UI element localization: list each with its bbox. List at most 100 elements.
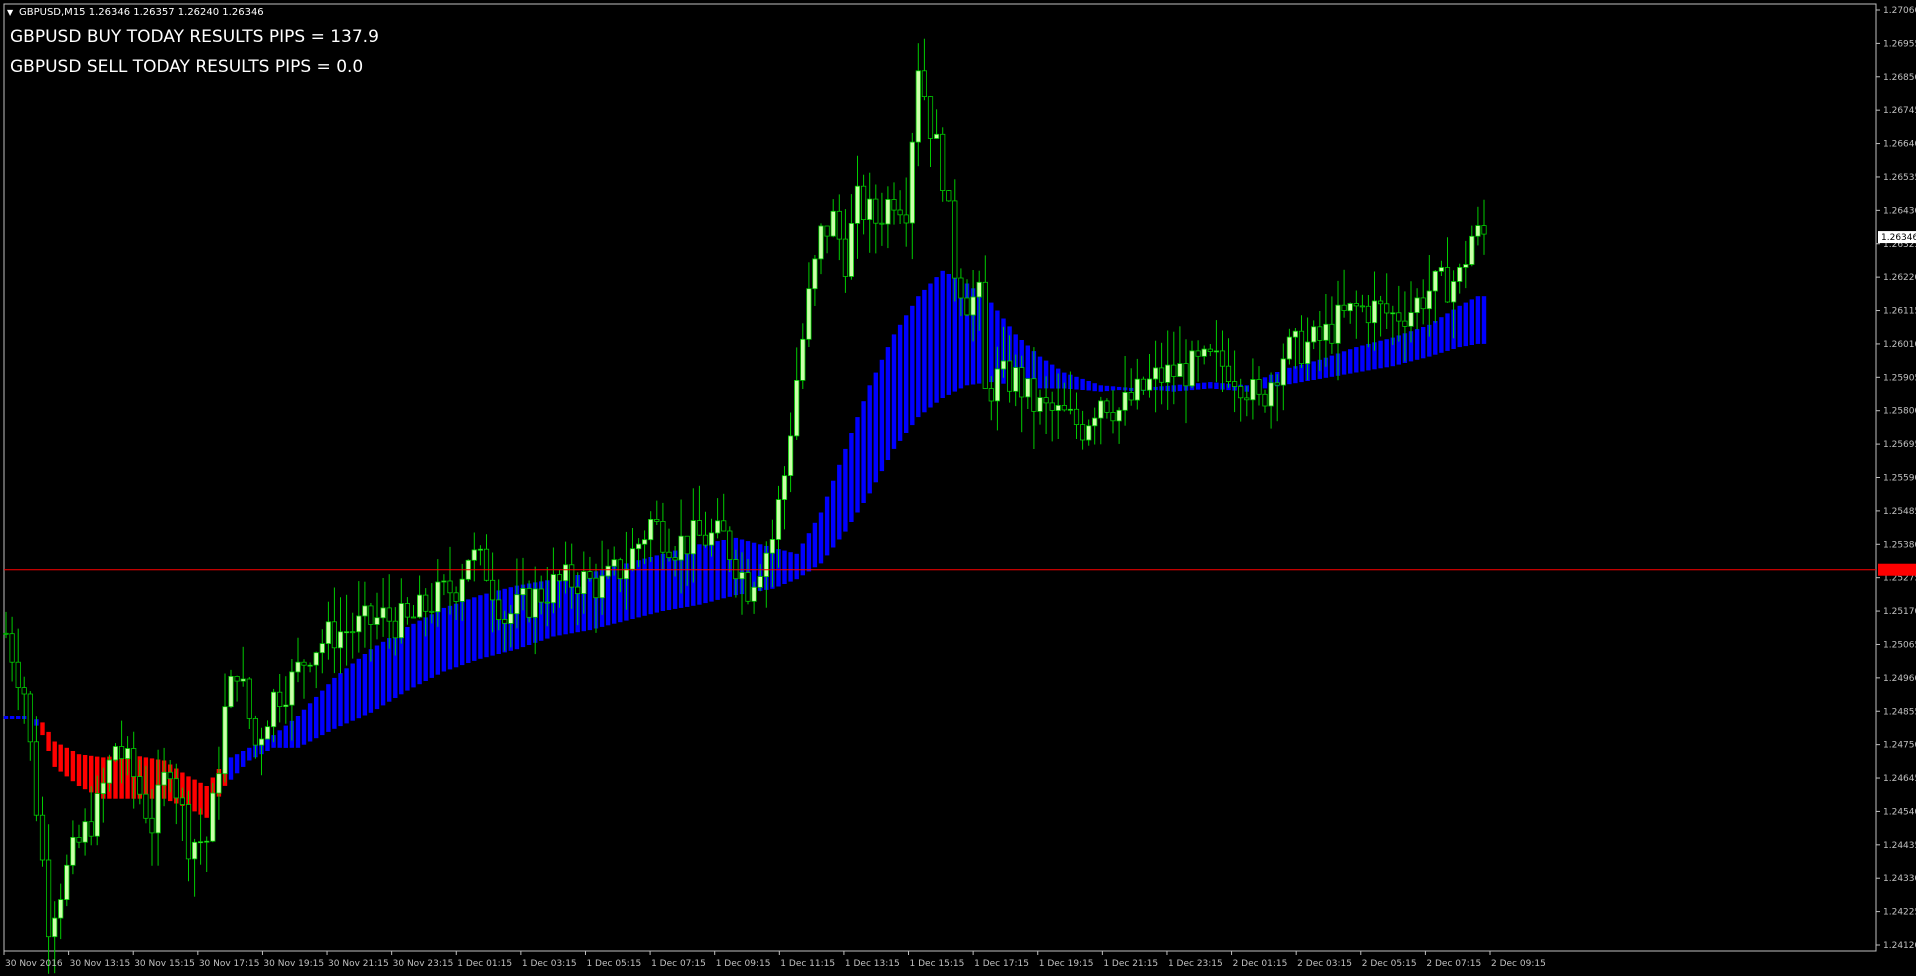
y-tick-label: 1.26010	[1883, 340, 1916, 350]
ribbon-bar	[1208, 382, 1213, 389]
bull-candle	[1025, 378, 1031, 398]
ribbon-bar	[344, 668, 349, 724]
bear-candle	[544, 601, 550, 604]
y-tick-label: 1.26955	[1883, 39, 1916, 49]
current-price-label: 1.26346	[1881, 233, 1916, 243]
bear-candle	[1140, 378, 1146, 391]
ribbon-bar	[1050, 364, 1055, 389]
bear-candle	[1341, 304, 1347, 312]
bull-candle	[605, 565, 611, 577]
bear-candle	[1353, 303, 1359, 307]
ribbon-bar	[818, 512, 824, 564]
ribbon-bar	[82, 755, 88, 790]
y-tick-label: 1.24540	[1883, 807, 1916, 817]
bull-candle	[398, 603, 404, 639]
y-tick-label: 1.26220	[1883, 273, 1916, 283]
bull-candle	[416, 594, 423, 618]
ribbon-bar	[1311, 361, 1316, 380]
x-tick-label: 2 Dec 07:15	[1426, 959, 1481, 969]
ribbon-bar	[1262, 377, 1268, 389]
y-tick-label: 1.24960	[1883, 674, 1916, 684]
bull-candle	[1122, 391, 1128, 411]
bear-candle	[301, 661, 307, 666]
current-price-marker: 1.26346	[1878, 231, 1916, 244]
bear-candle	[873, 198, 879, 224]
bear-candle	[927, 96, 934, 139]
ribbon-bar	[910, 305, 915, 426]
bear-candle	[696, 520, 703, 536]
bull-candle	[818, 225, 824, 260]
ribbon-bar	[922, 289, 927, 413]
ribbon-bar	[405, 627, 410, 691]
bull-candle	[222, 706, 228, 775]
y-tick-label: 1.26640	[1883, 140, 1916, 150]
x-tick-label: 30 Nov 21:15	[328, 959, 389, 969]
bull-candle	[477, 548, 484, 551]
bull-candle	[1037, 397, 1043, 412]
ribbon-bar	[904, 315, 909, 433]
bull-candle	[1335, 304, 1341, 344]
bull-candle	[739, 572, 745, 580]
bear-candle	[173, 778, 179, 799]
bull-candle	[374, 617, 380, 625]
bear-candle	[587, 571, 593, 579]
ribbon-bar	[1414, 329, 1420, 360]
bull-candle	[1250, 379, 1256, 401]
bear-candle	[39, 814, 46, 861]
bear-candle	[1359, 305, 1365, 308]
bear-candle	[1238, 386, 1244, 399]
price-chart[interactable]: 1.27060 1.26955 1.26850 1.26745 1.26640 1.265…	[0, 0, 1916, 976]
bear-candle	[1019, 367, 1025, 398]
x-tick-label: 1 Dec 05:15	[586, 959, 641, 969]
bull-candle	[678, 535, 684, 561]
y-tick-label: 1.26115	[1883, 307, 1916, 317]
ribbon-bar	[1086, 381, 1091, 391]
bull-candle	[848, 222, 855, 277]
bull-candle	[228, 676, 234, 708]
y-tick-label: 1.24435	[1883, 841, 1916, 851]
bull-candle	[1165, 364, 1171, 383]
ribbon-bar	[429, 614, 434, 678]
bull-candle	[751, 586, 757, 602]
collapse-arrow-icon[interactable]: ▼	[7, 8, 14, 17]
bull-candle	[52, 917, 58, 938]
bear-candle	[1073, 408, 1080, 425]
bear-candle	[9, 633, 15, 663]
bear-candle	[76, 837, 82, 843]
ribbon-bar	[374, 645, 380, 710]
ribbon-bar	[1074, 376, 1079, 390]
bear-candle	[1159, 367, 1165, 383]
bear-candle	[1225, 365, 1232, 383]
bear-candle	[496, 599, 502, 621]
ribbon-bar	[806, 533, 812, 572]
x-tick-label: 1 Dec 11:15	[780, 959, 835, 969]
bull-candle	[362, 605, 368, 617]
bear-candle	[350, 631, 356, 634]
bear-candle	[569, 564, 575, 588]
bull-candle	[1177, 363, 1183, 377]
ribbon-bar	[441, 607, 447, 672]
bull-candle	[155, 784, 161, 834]
ribbon-bar	[1354, 347, 1359, 373]
bull-candle	[715, 520, 721, 534]
hline-price-marker: 1.25300	[1878, 563, 1916, 576]
bull-candle	[240, 678, 246, 682]
bull-candle	[1371, 300, 1378, 324]
ribbon-bar	[861, 401, 866, 503]
chart-background	[0, 0, 1916, 976]
x-tick-label: 1 Dec 17:15	[974, 959, 1029, 969]
bull-candle	[1086, 425, 1092, 441]
bear-candle	[1031, 378, 1037, 412]
bull-candle	[854, 185, 861, 224]
bull-candle	[830, 210, 836, 237]
bull-candle	[1292, 330, 1298, 338]
bull-candle	[1098, 400, 1104, 419]
bear-candle	[252, 718, 258, 746]
bear-candle	[879, 222, 885, 225]
ribbon-bar	[76, 754, 82, 786]
bear-candle	[1420, 297, 1426, 310]
x-tick-label: 30 Nov 23:15	[393, 959, 454, 969]
ribbon-bar	[1378, 340, 1383, 369]
bull-candle	[1213, 350, 1219, 353]
bull-candle	[769, 539, 776, 554]
